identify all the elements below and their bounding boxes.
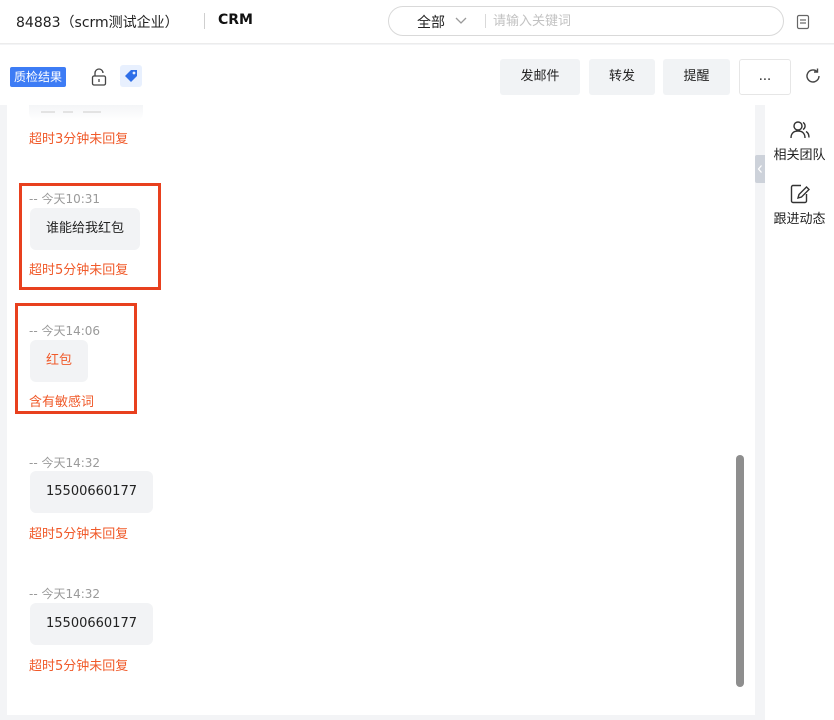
document-icon[interactable] — [796, 14, 810, 30]
company-name: 84883（scrm测试企业） — [16, 15, 179, 31]
send-email-button[interactable]: 发邮件 — [500, 59, 580, 95]
team-icon — [789, 121, 810, 139]
header-divider — [204, 13, 205, 29]
chevron-down-icon[interactable] — [455, 16, 467, 26]
message-bubble[interactable]: 15500660177 — [30, 471, 153, 513]
tag-icon[interactable] — [120, 65, 142, 87]
message-bubble[interactable]: 15500660177 — [30, 603, 153, 645]
sidebar-collapse-handle[interactable] — [755, 155, 765, 183]
sidebar-item-label: 相关团队 — [773, 148, 826, 163]
message-timestamp: -- 今天14:06 — [29, 324, 101, 338]
faded-text — [83, 111, 101, 113]
search-divider — [485, 14, 486, 28]
message-bubble[interactable]: 谁能给我红包 — [30, 208, 141, 250]
partial-message-bubble — [29, 105, 143, 121]
message-bubble[interactable]: 红包 — [30, 340, 89, 382]
message-timestamp: -- 今天10:31 — [29, 192, 101, 206]
search-input[interactable] — [493, 10, 763, 32]
search-scope-select[interactable]: 全部 — [417, 12, 445, 32]
right-sidebar: 相关团队 跟进动态 — [765, 105, 834, 720]
timeout-warning: 超时5分钟未回复 — [29, 659, 129, 674]
faded-text — [63, 111, 73, 113]
chat-panel[interactable]: 超时3分钟未回复 -- 今天10:31 谁能给我红包 超时5分钟未回复 -- 今… — [7, 105, 755, 715]
refresh-icon[interactable] — [804, 67, 822, 85]
sidebar-item-team[interactable]: 相关团队 — [765, 119, 834, 163]
product-name: CRM — [218, 12, 253, 28]
unlock-icon[interactable] — [91, 68, 107, 86]
sidebar-item-followup[interactable]: 跟进动态 — [765, 183, 834, 227]
message-timestamp: -- 今天14:32 — [29, 587, 101, 601]
sidebar-item-label: 跟进动态 — [773, 212, 826, 227]
timeout-warning: 超时5分钟未回复 — [29, 263, 129, 278]
timeout-warning: 超时5分钟未回复 — [29, 527, 129, 542]
timeout-warning: 超时3分钟未回复 — [29, 132, 129, 147]
edit-note-icon — [790, 184, 810, 204]
scrollbar-thumb[interactable] — [736, 455, 744, 687]
top-header: 84883（scrm测试企业） CRM 全部 — [0, 0, 834, 44]
remind-button[interactable]: 提醒 — [663, 59, 730, 95]
search-bar: 全部 — [388, 6, 784, 36]
faded-text — [41, 111, 55, 113]
sensitive-word-warning: 含有敏感词 — [29, 395, 95, 410]
more-button[interactable]: ... — [739, 59, 791, 95]
qc-result-badge[interactable]: 质检结果 — [10, 67, 67, 87]
message-timestamp: -- 今天14:32 — [29, 456, 101, 470]
forward-button[interactable]: 转发 — [589, 59, 655, 95]
chevron-left-icon — [757, 165, 762, 173]
toolbar: 质检结果 发邮件 转发 提醒 ... — [0, 45, 834, 105]
